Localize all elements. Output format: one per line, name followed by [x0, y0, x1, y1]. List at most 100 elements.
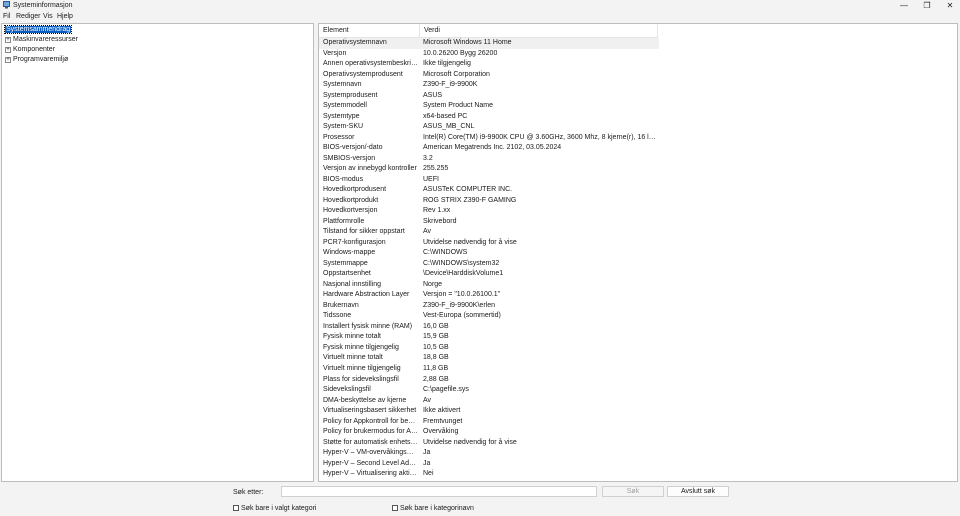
row-element-cell: Hovedkortprodukt — [323, 196, 379, 204]
search-button[interactable]: Søk — [602, 486, 664, 497]
row-value-cell: Microsoft Windows 11 Home — [423, 39, 512, 46]
table-row[interactable]: PCR7-konfigurasjon Utvidelse nødvendig fo… — [319, 238, 659, 249]
tree-item-software-environment[interactable]: + Programvaremiljø — [5, 55, 68, 65]
search-category-names-checkbox[interactable]: Søk bare i kategorinavn — [392, 505, 474, 513]
tree-item-components[interactable]: + Komponenter — [5, 45, 55, 55]
row-value-cell: Skrivebord — [423, 217, 457, 225]
table-row[interactable]: Systemtype x64-based PC — [319, 112, 659, 123]
expand-icon[interactable]: + — [5, 57, 11, 63]
table-row[interactable]: BIOS-modus UEFI — [319, 175, 659, 186]
row-element-cell: SMBIOS-versjon — [323, 154, 376, 162]
table-row[interactable]: Hovedkortprodusent ASUSTeK COMPUTER INC. — [319, 185, 659, 196]
table-row[interactable]: Virtualiseringsbasert sikkerhet Ikke akti… — [319, 406, 659, 417]
close-button[interactable]: ✕ — [939, 0, 960, 11]
row-value-cell: Nei — [423, 470, 434, 478]
row-value-cell: Utvidelse nødvendig for å vise — [423, 238, 517, 246]
table-row[interactable]: Windows-mappe C:\WINDOWS — [319, 248, 659, 259]
maximize-button[interactable]: ❐ — [916, 0, 938, 11]
row-element-cell: Hyper-V – Second Level Addre... — [323, 459, 419, 467]
table-row[interactable]: Oppstartsenhet \Device\HarddiskVolume1 — [319, 269, 659, 280]
row-element-cell: Hovedkortversjon — [323, 207, 378, 215]
table-row[interactable]: Brukernavn Z390-F_i9-9900K\erlen — [319, 301, 659, 312]
window-title: Systeminformasjon — [13, 2, 73, 9]
table-row[interactable]: Systemnavn Z390-F_i9-9900K — [319, 80, 659, 91]
row-element-cell: Fysisk minne tilgjengelig — [323, 343, 399, 351]
checkbox-icon[interactable] — [392, 505, 398, 511]
table-row[interactable]: Systemmodell System Product Name — [319, 101, 659, 112]
table-row[interactable]: SMBIOS-versjon 3.2 — [319, 154, 659, 165]
row-value-cell: 3.2 — [423, 154, 433, 162]
expand-icon[interactable]: + — [5, 37, 11, 43]
table-row[interactable]: BIOS-versjon/-dato American Megatrends In… — [319, 143, 659, 154]
table-row[interactable]: Fysisk minne tilgjengelig 10,5 GB — [319, 343, 659, 354]
table-row[interactable]: Nasjonal innstilling Norge — [319, 280, 659, 291]
menu-view[interactable]: Vis — [43, 12, 53, 21]
row-value-cell: 18,8 GB — [423, 354, 449, 362]
close-search-button[interactable]: Avslutt søk — [667, 486, 729, 497]
row-element-cell: Operativsystemnavn — [323, 39, 387, 46]
row-element-cell: Policy for Appkontroll for bedri... — [323, 417, 419, 425]
tree-item-system-summary[interactable]: Systemsammendrag — [3, 25, 73, 35]
table-row[interactable]: Hyper-V – Virtualisering aktiver... Nei — [319, 469, 659, 480]
table-row[interactable]: Hovedkortversjon Rev 1.xx — [319, 206, 659, 217]
row-element-cell: Nasjonal innstilling — [323, 280, 381, 288]
column-header-value[interactable]: Verdi — [420, 24, 658, 38]
expand-icon[interactable]: + — [5, 47, 11, 53]
row-value-cell: 10,5 GB — [423, 343, 449, 351]
row-element-cell: DMA-beskyttelse av kjerne — [323, 396, 407, 404]
table-row[interactable]: Versjon av innebygd kontroller 255.255 — [319, 164, 659, 175]
menu-edit[interactable]: Rediger — [16, 12, 41, 21]
row-value-cell: 11,8 GB — [423, 364, 449, 372]
checkbox-icon[interactable] — [233, 505, 239, 511]
table-row[interactable]: Plattformrolle Skrivebord — [319, 217, 659, 228]
title-bar: Systeminformasjon — ❐ ✕ — [0, 0, 960, 11]
table-row[interactable]: Sidevekslingsfil C:\pagefile.sys — [319, 385, 659, 396]
row-element-cell: BIOS-versjon/-dato — [323, 144, 383, 152]
row-value-cell: ASUSTeK COMPUTER INC. — [423, 186, 513, 194]
row-value-cell: Versjon = "10.0.26100.1" — [423, 291, 501, 299]
table-row[interactable]: Tilstand for sikker oppstart Av — [319, 227, 659, 238]
table-row[interactable]: DMA-beskyttelse av kjerne Av — [319, 396, 659, 407]
row-element-cell: Systemmappe — [323, 259, 368, 267]
row-value-cell: Fremtvunget — [423, 417, 463, 425]
row-value-cell: Ikke aktivert — [423, 407, 461, 415]
table-row[interactable]: Operativsystemnavn Microsoft Windows 11 H… — [319, 38, 659, 49]
table-row[interactable]: Versjon 10.0.26200 Bygg 26200 — [319, 49, 659, 60]
row-element-cell: Windows-mappe — [323, 249, 376, 257]
row-element-cell: Fysisk minne totalt — [323, 333, 381, 341]
search-selected-category-checkbox[interactable]: Søk bare i valgt kategori — [233, 505, 316, 513]
minimize-button[interactable]: — — [893, 0, 915, 11]
table-row[interactable]: Operativsystemprodusent Microsoft Corpora… — [319, 70, 659, 81]
detail-list[interactable]: Element Verdi Operativsystemnavn Microsof… — [318, 23, 958, 482]
table-row[interactable]: Policy for Appkontroll for bedri... Fremt… — [319, 417, 659, 428]
table-row[interactable]: Hovedkortprodukt ROG STRIX Z390-F GAMING — [319, 196, 659, 207]
table-row[interactable]: Plass for sidevekslingsfil 2,88 GB — [319, 375, 659, 386]
column-header-element[interactable]: Element — [319, 24, 420, 38]
row-value-cell: 15,9 GB — [423, 333, 449, 341]
row-value-cell: Microsoft Corporation — [423, 70, 490, 78]
row-value-cell: \Device\HarddiskVolume1 — [423, 270, 504, 278]
table-row[interactable]: Prosessor Intel(R) Core(TM) i9-9900K CPU … — [319, 133, 659, 144]
table-row[interactable]: Støtte for automatisk enhetskry... Utvide… — [319, 438, 659, 449]
category-tree[interactable]: Systemsammendrag + Maskinvareressurser + K… — [1, 23, 314, 482]
table-row[interactable]: Hardware Abstraction Layer Versjon = "10.… — [319, 290, 659, 301]
row-element-cell: Virtuelt minne totalt — [323, 354, 383, 362]
menu-help[interactable]: Hjelp — [57, 12, 73, 21]
table-row[interactable]: Hyper-V – Second Level Addre... Ja — [319, 459, 659, 470]
menu-file[interactable]: Fil — [3, 12, 10, 21]
table-row[interactable]: Systemmappe C:\WINDOWS\system32 — [319, 259, 659, 270]
row-element-cell: Annen operativsystembeskrivel... — [323, 60, 419, 68]
table-row[interactable]: Tidssone Vest-Europa (sommertid) — [319, 311, 659, 322]
table-row[interactable]: Virtuelt minne totalt 18,8 GB — [319, 353, 659, 364]
table-row[interactable]: Fysisk minne totalt 15,9 GB — [319, 332, 659, 343]
table-row[interactable]: Systemprodusent ASUS — [319, 91, 659, 102]
table-row[interactable]: System-SKU ASUS_MB_CNL — [319, 122, 659, 133]
table-row[interactable]: Policy for brukermodus for Ap... Overvåki… — [319, 427, 659, 438]
table-row[interactable]: Installert fysisk minne (RAM) 16,0 GB — [319, 322, 659, 333]
table-row[interactable]: Annen operativsystembeskrivel... Ikke til… — [319, 59, 659, 70]
table-row[interactable]: Virtuelt minne tilgjengelig 11,8 GB — [319, 364, 659, 375]
row-value-cell: ASUS_MB_CNL — [423, 123, 475, 131]
table-row[interactable]: Hyper-V – VM-overvåkingsmo... Ja — [319, 448, 659, 459]
tree-item-hardware-resources[interactable]: + Maskinvareressurser — [5, 35, 78, 45]
search-input[interactable] — [281, 486, 597, 497]
